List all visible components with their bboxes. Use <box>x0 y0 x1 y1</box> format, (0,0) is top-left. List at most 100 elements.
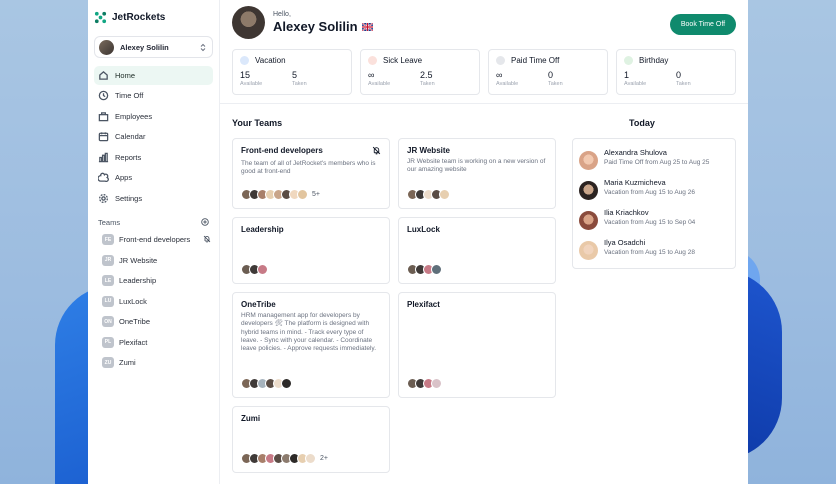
uk-flag-icon <box>361 19 374 34</box>
stat-card-birthday[interactable]: Birthday 1 Available 0 Taken <box>616 49 736 95</box>
gear-icon <box>99 193 108 203</box>
sidebar-team-zumi[interactable]: ZU Zumi <box>94 353 213 374</box>
nav-item-time-off[interactable]: Time Off <box>94 87 213 106</box>
nav-item-calendar[interactable]: Calendar <box>94 128 213 147</box>
stat-taken-value: 5 <box>292 70 298 80</box>
stat-available-value: ∞ <box>368 70 375 80</box>
avatar <box>579 241 598 260</box>
team-card-front-end-developers[interactable]: Front-end developers The team of all of … <box>232 138 390 209</box>
today-entry[interactable]: Maria Kuzmicheva Vacation from Aug 15 to … <box>579 174 729 203</box>
team-card-zumi[interactable]: Zumi 2+ <box>232 406 390 473</box>
avatar <box>281 378 292 389</box>
today-entry[interactable]: Alexandra Shulova Paid Time Off from Aug … <box>579 144 729 173</box>
avatar <box>579 181 598 200</box>
nav-label: Home <box>115 70 136 80</box>
nav-label: Time Off <box>115 91 144 101</box>
time-off-info: Vacation from Aug 15 to Sep 04 <box>604 219 696 226</box>
brand[interactable]: JetRockets <box>94 10 213 24</box>
card-title: Leadership <box>241 225 284 234</box>
stat-available-value: 1 <box>624 70 630 80</box>
today-panel: Alexandra Shulova Paid Time Off from Aug … <box>572 138 736 269</box>
chart-icon <box>98 152 109 163</box>
card-title: JR Website <box>407 146 450 155</box>
team-badge: LU <box>102 295 114 307</box>
avatar <box>257 264 268 275</box>
stat-available-label: Available <box>240 81 263 87</box>
sidebar-team-jr-website[interactable]: JR JR Website <box>94 250 213 271</box>
time-off-info: Vacation from Aug 15 to Aug 26 <box>604 189 695 196</box>
member-avatars <box>407 189 450 200</box>
chevron-up-down-icon <box>200 43 206 52</box>
today-entry[interactable]: Ilya Osadchi Vacation from Aug 15 to Aug … <box>579 234 729 263</box>
nav-item-apps[interactable]: Apps <box>94 169 213 188</box>
today-entry[interactable]: Ilia Kriachkov Vacation from Aug 15 to Se… <box>579 204 729 233</box>
home-icon <box>99 70 108 80</box>
employees-icon <box>98 111 109 122</box>
team-card-onetribe[interactable]: OneTribe HRM management app for develope… <box>232 292 390 398</box>
add-team-icon[interactable] <box>201 217 209 228</box>
status-dot <box>240 56 249 65</box>
team-badge: FE <box>102 234 114 246</box>
avatar <box>297 189 308 200</box>
avatar <box>431 264 442 275</box>
nav-item-home[interactable]: Home <box>94 66 213 85</box>
sidebar-team-luxlock[interactable]: LU LuxLock <box>94 291 213 312</box>
status-dot <box>624 56 633 65</box>
book-time-off-button[interactable]: Book Time Off <box>670 14 736 35</box>
nav-item-settings[interactable]: Settings <box>94 189 213 208</box>
user-heading: Alexey Solilin <box>273 19 374 34</box>
nav-item-employees[interactable]: Employees <box>94 107 213 126</box>
teams-section-label: Teams <box>98 218 121 227</box>
card-description: The team of all of JetRocket's members w… <box>241 160 376 176</box>
person-name: Ilya Osadchi <box>604 238 646 247</box>
stat-taken-value: 2.5 <box>420 70 433 80</box>
stat-card-paid-time-off[interactable]: Paid Time Off ∞ Available 0 Taken <box>488 49 608 95</box>
bell-off-icon[interactable] <box>203 235 211 245</box>
stat-available-label: Available <box>368 81 391 87</box>
nav-label: Calendar <box>115 132 146 142</box>
team-label: LuxLock <box>119 296 147 306</box>
sidebar-team-leadership[interactable]: LE Leadership <box>94 271 213 292</box>
card-title: OneTribe <box>241 300 276 309</box>
status-dot <box>496 56 505 65</box>
team-card-jr-website[interactable]: JR Website JR Website team is working on… <box>398 138 556 209</box>
nav-item-reports[interactable]: Reports <box>94 148 213 167</box>
stat-taken-value: 0 <box>548 70 554 80</box>
stat-label: Sick Leave <box>383 56 423 65</box>
nav-label: Reports <box>115 152 142 162</box>
balance-stats: Vacation 15 Available 5 Taken Sick Leave ∞… <box>232 49 736 95</box>
avatar <box>99 39 114 55</box>
nav-label: Apps <box>115 173 133 183</box>
card-title: Plexifact <box>407 300 440 309</box>
team-badge: JR <box>102 254 114 266</box>
stat-card-sick-leave[interactable]: Sick Leave ∞ Available 2.5 Taken <box>360 49 480 95</box>
avatar <box>305 453 316 464</box>
team-card-leadership[interactable]: Leadership <box>232 217 390 284</box>
stat-taken-label: Taken <box>676 81 691 87</box>
main-content: Hello, Alexey Solilin Book Time Off Vaca… <box>220 0 748 484</box>
sidebar-team-front-end-developers[interactable]: FE Front-end developers <box>94 230 213 251</box>
team-badge: ZU <box>102 357 114 369</box>
greeting: Hello, Alexey Solilin <box>273 11 374 34</box>
sidebar-team-onetribe[interactable]: ON OneTribe <box>94 312 213 333</box>
bell-off-icon[interactable] <box>372 146 381 157</box>
page-header: Hello, Alexey Solilin <box>220 0 748 44</box>
member-avatars <box>241 378 292 389</box>
apps-icon <box>98 172 109 183</box>
jetrockets-logo-icon <box>94 11 107 24</box>
card-description: JR Website team is working on a new vers… <box>407 158 546 174</box>
sidebar-team-plexifact[interactable]: PL Plexifact <box>94 332 213 353</box>
stat-label: Paid Time Off <box>511 56 560 65</box>
stat-available-label: Available <box>624 81 647 87</box>
teams-list: FE Front-end developers JR JR Website LE… <box>94 230 213 374</box>
nav-label: Settings <box>115 193 143 203</box>
team-card-plexifact[interactable]: Plexifact <box>398 292 556 398</box>
stat-card-vacation[interactable]: Vacation 15 Available 5 Taken <box>232 49 352 95</box>
stat-taken-label: Taken <box>292 81 307 87</box>
your-teams-title: Your Teams <box>232 118 283 128</box>
team-card-luxlock[interactable]: LuxLock <box>398 217 556 284</box>
user-switcher[interactable]: Alexey Solilin <box>94 36 213 58</box>
avatar <box>579 211 598 230</box>
person-name: Maria Kuzmicheva <box>604 178 666 187</box>
member-avatars <box>407 378 442 389</box>
